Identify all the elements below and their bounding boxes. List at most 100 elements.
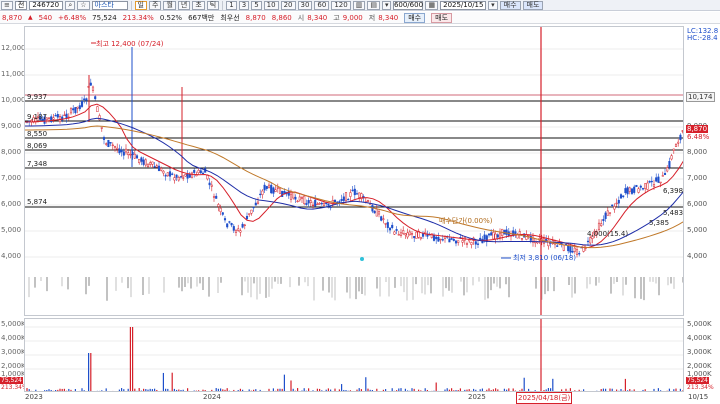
favorite-star-icon[interactable]: ☆ bbox=[77, 0, 90, 10]
candle-body bbox=[219, 207, 222, 213]
volume-bar bbox=[334, 388, 336, 391]
bar-count-input[interactable]: 600/600 bbox=[393, 0, 424, 10]
volume-bar bbox=[337, 391, 338, 392]
candle-body bbox=[615, 202, 618, 205]
volume-tick: 2,000K bbox=[1, 362, 26, 370]
candle-body bbox=[151, 161, 154, 165]
volume-bar bbox=[442, 391, 443, 392]
candle-body bbox=[619, 194, 623, 199]
period-year-button[interactable]: 년 bbox=[177, 0, 191, 10]
minute-1-button[interactable]: 1 bbox=[226, 0, 237, 10]
level-tag: 10,174 bbox=[686, 92, 715, 102]
low-label: 저 bbox=[368, 13, 376, 22]
volume-bar bbox=[502, 391, 503, 392]
volume-bar bbox=[145, 389, 147, 391]
candle-body bbox=[314, 199, 317, 207]
candle-body bbox=[644, 183, 647, 189]
minute-20-button[interactable]: 20 bbox=[280, 0, 296, 10]
candle-body bbox=[397, 234, 400, 236]
period-second-button[interactable]: 초 bbox=[192, 0, 205, 10]
stock-code-input[interactable]: 246720 bbox=[29, 0, 64, 10]
calendar-icon[interactable]: ▦ bbox=[425, 0, 439, 10]
minute-10-button[interactable]: 10 bbox=[263, 0, 279, 10]
volume-bar bbox=[167, 388, 169, 391]
candle-body bbox=[652, 184, 656, 187]
stock-name[interactable]: 아스타 bbox=[91, 0, 128, 10]
candle-body bbox=[212, 196, 216, 198]
level-label: 9,187 bbox=[27, 113, 47, 121]
candle-body bbox=[188, 173, 191, 178]
candle-body bbox=[272, 187, 275, 194]
minute-5-button[interactable]: 5 bbox=[251, 0, 262, 10]
volume-bar bbox=[315, 391, 316, 392]
period-tick-button[interactable]: 틱 bbox=[206, 0, 220, 10]
minute-3-button[interactable]: 3 bbox=[238, 0, 250, 10]
volume-bar bbox=[358, 388, 360, 391]
period-week-button[interactable]: 주 bbox=[148, 0, 162, 10]
menu-icon[interactable]: ≡ bbox=[1, 0, 13, 10]
candle-body bbox=[483, 234, 486, 240]
minute-60-button[interactable]: 60 bbox=[314, 0, 330, 10]
quick-sell-button[interactable]: 매도 bbox=[431, 12, 453, 23]
volume-bar bbox=[204, 390, 206, 391]
sell-order-button[interactable]: 매도 bbox=[522, 0, 544, 10]
volume-bar bbox=[486, 389, 488, 391]
volume-bar bbox=[83, 390, 85, 391]
candle-body bbox=[329, 206, 332, 209]
candle-body bbox=[318, 202, 321, 205]
volume-bar bbox=[653, 388, 655, 391]
high-annotation: 최고 12,400 (07/24) bbox=[96, 39, 164, 48]
volume-bar bbox=[48, 389, 50, 391]
volume-bar bbox=[510, 391, 511, 392]
date-input[interactable]: 2025/10/15 bbox=[440, 0, 487, 10]
candle-body bbox=[465, 243, 469, 245]
volume-bar bbox=[620, 389, 622, 391]
candle-body bbox=[168, 171, 172, 177]
volume-bar bbox=[448, 389, 450, 391]
candle-body bbox=[63, 114, 66, 117]
volume-bar bbox=[492, 389, 494, 391]
volume-bar bbox=[220, 388, 222, 391]
buy-order-button[interactable]: 매수 bbox=[499, 0, 521, 10]
volume-bar bbox=[292, 388, 294, 391]
volume-bar bbox=[356, 389, 358, 391]
chart-type-icon[interactable]: ▥ bbox=[352, 0, 366, 10]
candle-body bbox=[127, 152, 130, 156]
volume-tick: 2,000K bbox=[687, 362, 712, 370]
volume-bar bbox=[413, 388, 415, 391]
candle-body bbox=[89, 82, 92, 86]
minute-120-button[interactable]: 120 bbox=[331, 0, 351, 10]
volume-bar bbox=[50, 389, 52, 391]
dropdown-icon[interactable]: ▾ bbox=[381, 0, 392, 10]
candle-body bbox=[164, 175, 167, 177]
candle-body bbox=[248, 213, 251, 215]
volume-bar bbox=[28, 389, 30, 391]
candle-body bbox=[435, 236, 438, 240]
price-chart-pane[interactable]: 9,937 9,187 8,550 8,069 7,348 5,874 최고 1… bbox=[24, 26, 684, 316]
trade-amount: 667백만 bbox=[188, 13, 215, 22]
minute-30-button[interactable]: 30 bbox=[297, 0, 313, 10]
price-tick: 4,000 bbox=[687, 252, 708, 260]
candle-body bbox=[91, 86, 95, 91]
quick-buy-button[interactable]: 매수 bbox=[404, 12, 426, 23]
volume-bar bbox=[176, 389, 178, 391]
volume-chart-pane[interactable] bbox=[24, 318, 684, 392]
candle-body bbox=[138, 158, 141, 164]
candle-body bbox=[241, 223, 244, 228]
candle-body bbox=[111, 144, 114, 146]
volume-bar bbox=[325, 389, 327, 391]
search-icon[interactable]: ⌕ bbox=[65, 0, 76, 10]
candle-body bbox=[520, 238, 524, 240]
candle-body bbox=[65, 113, 68, 119]
period-day-button[interactable]: 일 bbox=[134, 0, 147, 10]
volume-tick: 4,000K bbox=[1, 334, 26, 342]
period-month-button[interactable]: 월 bbox=[163, 0, 176, 10]
candle-body bbox=[289, 193, 293, 200]
candle-body bbox=[259, 193, 262, 196]
date-dropdown-icon[interactable]: ▾ bbox=[488, 0, 498, 10]
candle-body bbox=[300, 197, 304, 199]
chart-settings-icon[interactable]: ▤ bbox=[367, 0, 380, 10]
market-select[interactable]: 전 bbox=[14, 0, 28, 10]
volume-bar bbox=[673, 389, 675, 391]
volume-bar bbox=[407, 390, 409, 391]
